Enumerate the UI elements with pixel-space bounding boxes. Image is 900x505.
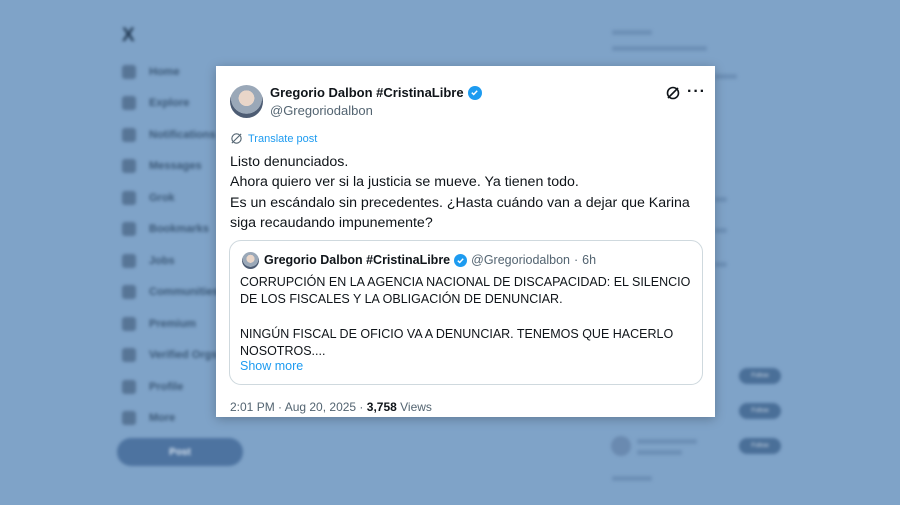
quote-text: CORRUPCIÓN EN LA AGENCIA NACIONAL DE DIS… xyxy=(240,274,695,360)
more-circle-icon xyxy=(122,411,136,426)
bookmark-icon xyxy=(122,222,136,237)
translate-post-link[interactable]: Translate post xyxy=(230,132,317,145)
sidebar-nav: Home Explore Notifications Messages Grok… xyxy=(122,56,219,434)
sidebar-item-jobs[interactable]: Jobs xyxy=(122,245,219,277)
right-panel-line xyxy=(637,450,682,455)
follow-button[interactable]: Follow xyxy=(739,403,781,419)
globe-icon xyxy=(231,133,242,144)
right-panel-line xyxy=(715,228,727,233)
right-panel-line xyxy=(612,30,652,35)
sidebar-item-verified-orgs[interactable]: Verified Orgs xyxy=(122,340,219,372)
lightning-icon xyxy=(122,348,136,363)
author-handle[interactable]: @Gregoriodalbon xyxy=(270,103,373,118)
quote-header: Gregorio Dalbon #CristinaLibre @Gregorio… xyxy=(264,253,596,267)
tweet-timestamp[interactable]: 2:01 PM · Aug 20, 2025 · xyxy=(230,400,367,414)
quote-author-handle: @Gregoriodalbon xyxy=(471,253,570,267)
sidebar-item-grok[interactable]: Grok xyxy=(122,182,219,214)
right-panel-line xyxy=(715,74,737,79)
sidebar-item-premium[interactable]: Premium xyxy=(122,308,219,340)
verified-badge-icon xyxy=(467,85,482,100)
bell-icon xyxy=(122,127,136,142)
x-logo-icon[interactable]: X xyxy=(122,25,135,47)
sidebar-item-bookmarks[interactable]: Bookmarks xyxy=(122,214,219,246)
right-panel-line xyxy=(612,476,652,481)
sidebar-item-notifications[interactable]: Notifications xyxy=(122,119,219,151)
quote-author-name: Gregorio Dalbon #CristinaLibre xyxy=(264,253,451,267)
views-label: Views xyxy=(396,400,432,414)
right-panel-line xyxy=(715,262,727,267)
people-icon xyxy=(122,285,136,300)
search-icon xyxy=(122,96,136,111)
avatar[interactable] xyxy=(611,436,631,456)
verified-badge-icon xyxy=(454,253,468,267)
briefcase-icon xyxy=(122,253,136,268)
follow-button[interactable]: Follow xyxy=(739,438,781,454)
quote-author-avatar xyxy=(242,252,259,269)
sidebar-item-explore[interactable]: Explore xyxy=(122,88,219,120)
grok-icon xyxy=(122,190,136,205)
right-panel-line xyxy=(637,439,697,444)
author-avatar[interactable] xyxy=(230,85,263,118)
separator-dot: · xyxy=(574,253,579,267)
author-name[interactable]: Gregorio Dalbon #CristinaLibre xyxy=(270,85,482,100)
right-panel-line xyxy=(715,197,727,202)
tweet-card: Gregorio Dalbon #CristinaLibre @Gregorio… xyxy=(216,66,715,417)
grok-icon[interactable] xyxy=(665,85,681,101)
sidebar-item-profile[interactable]: Profile xyxy=(122,371,219,403)
quote-time: 6h xyxy=(582,253,597,267)
sidebar-item-home[interactable]: Home xyxy=(122,56,219,88)
tweet-meta: 2:01 PM · Aug 20, 2025 · 3,758 Views xyxy=(230,400,432,414)
more-options-icon[interactable]: ··· xyxy=(687,83,706,101)
quoted-tweet[interactable]: Gregorio Dalbon #CristinaLibre @Gregorio… xyxy=(229,240,703,385)
mail-icon xyxy=(122,159,136,174)
sidebar-item-communities[interactable]: Communities xyxy=(122,277,219,309)
right-panel-line xyxy=(612,46,707,51)
x-icon xyxy=(122,316,136,331)
tweet-text: Listo denunciados. Ahora quiero ver si l… xyxy=(230,154,690,231)
home-icon xyxy=(122,64,136,79)
sidebar-item-more[interactable]: More xyxy=(122,403,219,435)
views-count: 3,758 xyxy=(366,400,397,414)
post-button[interactable]: Post xyxy=(117,438,243,466)
follow-button[interactable]: Follow xyxy=(739,368,781,384)
sidebar-item-messages[interactable]: Messages xyxy=(122,151,219,183)
show-more-link[interactable]: Show more xyxy=(240,359,303,373)
person-icon xyxy=(122,379,136,394)
